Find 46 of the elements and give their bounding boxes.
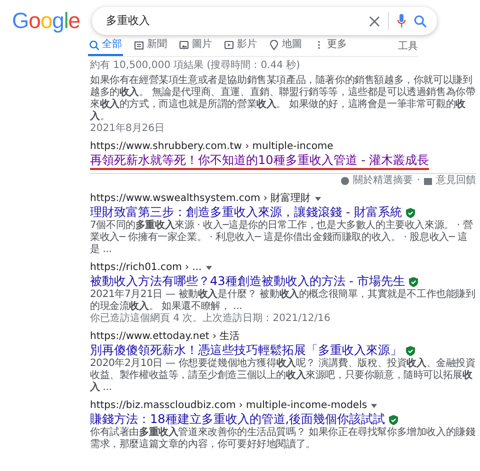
result-title[interactable]: 別再傻傻領死薪水！憑這些技巧輕鬆拓展「多重收入來源」 xyxy=(90,343,402,358)
visited-note: 你已造訪這個網頁 4 次。上次造訪日期：2021/12/16 xyxy=(90,313,332,325)
about-link[interactable]: 關於精選摘要 xyxy=(352,175,413,187)
feedback-link[interactable]: 意見回饋 xyxy=(436,175,476,187)
video-icon xyxy=(224,40,234,50)
verified-shield-icon xyxy=(406,346,415,356)
result-url[interactable]: https://www.wswealthsystem.com › 財富理財 xyxy=(90,193,311,205)
search-tab[interactable]: 地圖 xyxy=(268,37,303,56)
microphone-icon[interactable] xyxy=(397,14,406,28)
result-snippet: 7個不同的多重收入來源 · 收入─這是你的日常工作，也是大多數人的主要收入來源。 · 營業收入─ 你擁有一家企業。 · 利息收入─ 這是你借出金錢而賺取的收入。 · 股息收入─ 這是 ... xyxy=(90,220,474,256)
separator: · xyxy=(416,175,420,187)
search-tab[interactable]: 新聞 xyxy=(133,37,168,56)
result-title[interactable]: 再領死薪水就等死！你不知道的10種多重收入管道 - 灌木叢成長 xyxy=(90,153,430,170)
search-input[interactable]: 多重收入 xyxy=(104,12,361,30)
map-pin-icon xyxy=(269,40,279,50)
verified-shield-icon xyxy=(389,414,398,424)
google-logo[interactable]: Google xyxy=(12,10,80,32)
result-url[interactable]: https://www.shrubbery.com.tw › multiple-income xyxy=(90,141,334,153)
result-snippet: 2021年7月21日 — 被動收入是什麼？ 被動收入的概念很簡單，其實就是不工作也能賺到的現金流收入。 如果還不瞭解， ... xyxy=(90,289,476,312)
search-tab[interactable]: 圖片 xyxy=(178,37,213,56)
clear-icon[interactable] xyxy=(369,16,380,26)
featured-snippet: 如果你有在經營某項生意或者是協助銷售某項產品，隨著你的銷售額越多，你就可以賺到越多的收入。 無論是代理商、直運、直銷、聯盟行銷等等，這些都是可以透過銷售為你帶來收入的方式，而這也就是所謂的營業收入。 如果做的好，這將會是一筆非常可觀的收入。 xyxy=(90,75,476,123)
result-url[interactable]: https://biz.masscloudbiz.com › multiple-income-models xyxy=(90,400,368,412)
search-icon[interactable] xyxy=(414,14,427,28)
search-tab[interactable]: 影片 xyxy=(223,37,258,56)
result-stats: 約有 10,500,000 項結果 (搜尋時間：0.44 秒) xyxy=(90,60,302,72)
result-url[interactable]: https://www.ettoday.net › 生活 xyxy=(90,331,240,343)
snippet-date: 2021年8月26日 xyxy=(90,123,166,135)
verified-shield-icon xyxy=(409,276,418,286)
newspaper-icon xyxy=(134,40,144,50)
search-field[interactable]: 多重收入 xyxy=(92,7,437,35)
dropdown-caret-icon[interactable] xyxy=(314,197,321,201)
dropdown-caret-icon[interactable] xyxy=(371,404,378,408)
result-snippet: 你有試著由多重收入管道來改善你的生活品質嗎？ 如果你正在尋找幫你多增加收入的賺錢需求，那麼這篇文章的內容，你可要好好地閱讀了。 xyxy=(90,427,476,451)
tools-button[interactable]: 工具 xyxy=(398,39,418,56)
result-title[interactable]: 被動收入方法有哪些？43種創造被動收入的方法 - 市場先生 xyxy=(90,274,406,289)
image-icon xyxy=(179,40,189,50)
result-title[interactable]: 賺錢方法：18種建立多重收入的管道,後面幾個你該試試 xyxy=(90,412,386,427)
result-title[interactable]: 理財致富第三步：創造多重收入來源，讓錢滾錢 - 財富系統 xyxy=(90,205,402,220)
search-icon xyxy=(89,40,99,50)
result-snippet: 2020年2月10日 — 你想要從幾個地方獲得收入呢？ 演講費、版稅、投資收入、金融投資收益、製作權收益等，請至少創造三個以上的收入來源吧，只要你願意，隨時可以拓展收入 ... xyxy=(90,358,476,394)
search-tab[interactable]: 全部 xyxy=(88,37,123,56)
search-tab[interactable]: 更多 xyxy=(313,37,348,56)
result-url[interactable]: https://rich01.com › ... xyxy=(90,262,202,274)
verified-shield-icon xyxy=(406,208,415,218)
dropdown-caret-icon[interactable] xyxy=(206,266,212,270)
